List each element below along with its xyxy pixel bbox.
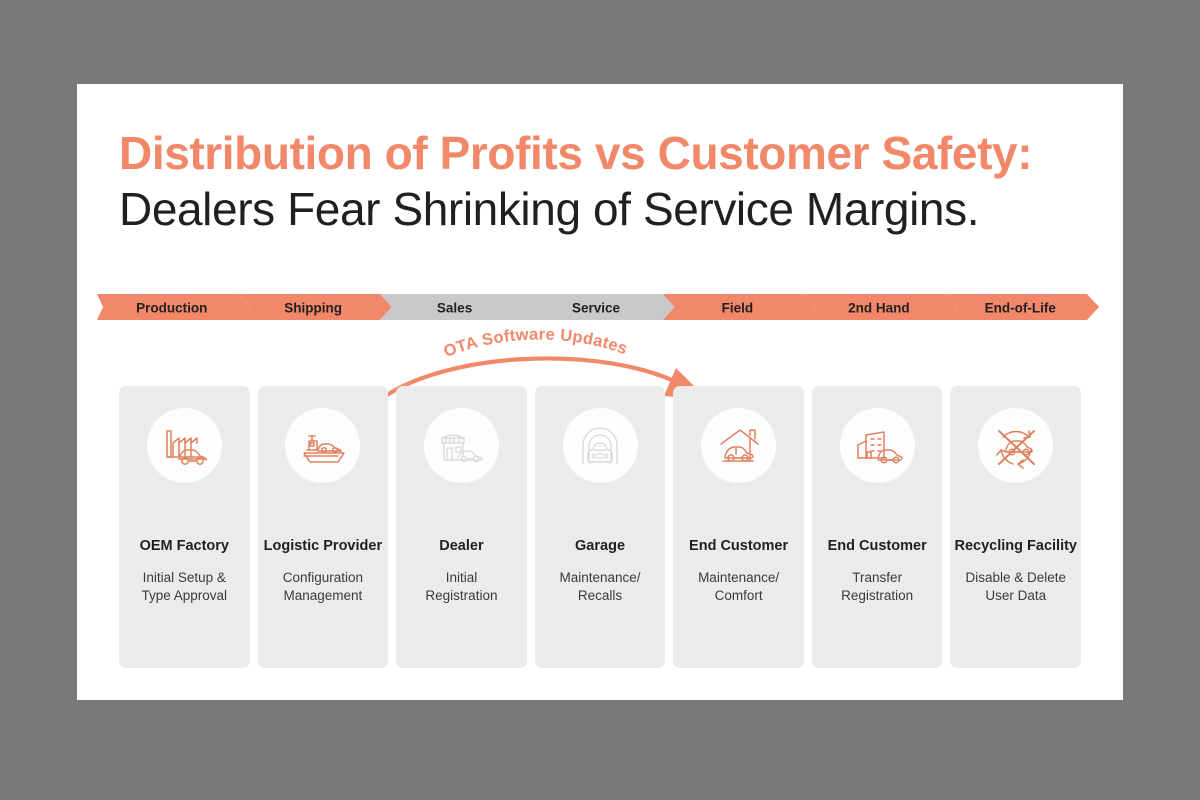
chevron-label: Sales xyxy=(437,301,472,316)
chevron-production[interactable] xyxy=(97,294,251,320)
chevron-label: End-of-Life xyxy=(985,301,1057,316)
stage-card-2nd-hand[interactable]: End Customer Transfer Registration xyxy=(811,386,943,668)
stage-activity: Configuration Management xyxy=(282,570,364,603)
chevron-slot xyxy=(535,483,666,535)
stage-activity: Initial Registration xyxy=(425,570,498,603)
svg-text:OTA Software Updates: OTA Software Updates xyxy=(441,325,630,361)
stage-org-name: End Customer xyxy=(689,538,789,554)
stage-activity: Disable & Delete User Data xyxy=(965,570,1067,603)
chevron-label: Field xyxy=(722,301,754,316)
chevron-slot xyxy=(673,483,804,535)
stage-card-field[interactable]: End Customer Maintenance/Comfort xyxy=(673,386,804,668)
stage-card-sales[interactable]: Dealer Initial Registration xyxy=(396,386,527,668)
chevron-label: 2nd Hand xyxy=(848,301,910,316)
chevron-slot xyxy=(119,483,250,535)
chevron-label: Service xyxy=(572,301,621,316)
stage-card-service[interactable]: Garage Maintenance/Recalls xyxy=(534,386,666,668)
chevron-end-of-life[interactable] xyxy=(945,294,1099,320)
house-car-icon xyxy=(701,408,777,483)
chevron-label: Production xyxy=(136,301,207,316)
chevron-shipping[interactable] xyxy=(238,294,392,320)
stage-org-name: Dealer xyxy=(439,538,484,554)
stage-card-production[interactable]: OEM Factory Initial Setup & Type Approval xyxy=(119,386,250,668)
stage-org-name: Logistic Provider xyxy=(263,538,383,554)
dealership-shop-car-icon xyxy=(423,408,499,483)
stage-org-name: Garage xyxy=(575,538,626,554)
chevron-field[interactable] xyxy=(662,294,817,320)
lifecycle-chevron-ribbon: Production Shipping Sales Service Field 2nd H… xyxy=(97,290,1099,324)
stage-activity: Maintenance/Recalls xyxy=(559,570,641,603)
stage-org-name: Recycling Facility xyxy=(954,538,1078,554)
stage-activity: Initial Setup & Type Approval xyxy=(141,570,228,603)
chevron-sales[interactable] xyxy=(379,294,534,320)
chevron-slot xyxy=(396,483,527,535)
chevron-slot xyxy=(950,483,1081,535)
chevron-slot xyxy=(812,483,943,535)
stage-org-name: End Customer xyxy=(827,538,927,554)
title-line-accent: Distribution of Profits vs Customer Safe… xyxy=(119,127,1033,179)
chevron-2nd-hand[interactable] xyxy=(804,294,958,320)
slide: Distribution of Profits vs Customer Safe… xyxy=(77,84,1123,700)
used-car-lot-icon xyxy=(839,408,915,483)
stage-org-name: OEM Factory xyxy=(139,538,229,554)
factory-car-icon xyxy=(146,408,222,483)
cargo-ship-car-icon xyxy=(285,408,361,483)
lifecycle-stage-strip: OEM Factory Initial Setup & Type Approval xyxy=(119,386,1082,668)
title-line-subtitle: Dealers Fear Shrinking of Service Margin… xyxy=(119,182,980,235)
ota-label-text: OTA Software Updates xyxy=(441,325,629,361)
stage-card-end-of-life[interactable]: Recycling Facility Disable & Delete User … xyxy=(950,386,1082,668)
crossed-out-car-icon xyxy=(978,408,1054,483)
garage-car-icon xyxy=(562,408,638,483)
chevron-label: Shipping xyxy=(284,301,342,316)
stage-activity: Maintenance/Comfort xyxy=(698,570,780,603)
chevron-slot xyxy=(258,483,389,535)
stage-activity: Transfer Registration xyxy=(841,570,914,603)
chevron-ribbon-svg: Production Shipping Sales Service Field 2nd H… xyxy=(97,294,1099,320)
stage-card-shipping[interactable]: Logistic Provider Configuration Managemen… xyxy=(257,386,389,668)
chevron-service[interactable] xyxy=(521,294,675,320)
page-title: Distribution of Profits vs Customer Safe… xyxy=(119,127,1079,235)
